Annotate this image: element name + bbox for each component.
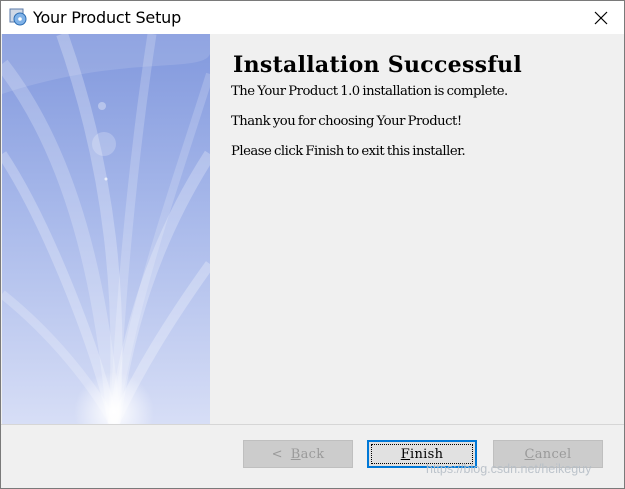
watermark-text: https://blog.csdn.net/heikeguy [426,462,592,476]
completion-message: The Your Product 1.0 installation is com… [231,84,508,99]
exit-instruction: Please click Finish to exit this install… [231,144,466,159]
wizard-content: Installation Successful The Your Product… [210,34,624,424]
back-arrow-icon: < [271,446,283,462]
close-icon [594,11,608,24]
installer-app-icon [9,8,27,26]
cancel-mnemonic: C [524,446,535,462]
back-label: ack [300,446,325,462]
thanks-message: Thank you for choosing Your Product! [231,114,462,129]
title-bar[interactable]: Your Product Setup [1,1,624,34]
setup-window: Your Product Setup Installation Successf… [0,0,625,489]
back-button[interactable]: < Back [243,440,353,468]
cancel-label: ancel [534,446,572,462]
back-mnemonic: B [290,446,301,462]
page-heading: Installation Successful [233,52,523,78]
window-title: Your Product Setup [33,8,182,27]
wizard-side-image [2,34,210,424]
close-button[interactable] [578,1,624,34]
button-area-divider [1,424,624,425]
focus-rectangle [371,444,473,464]
